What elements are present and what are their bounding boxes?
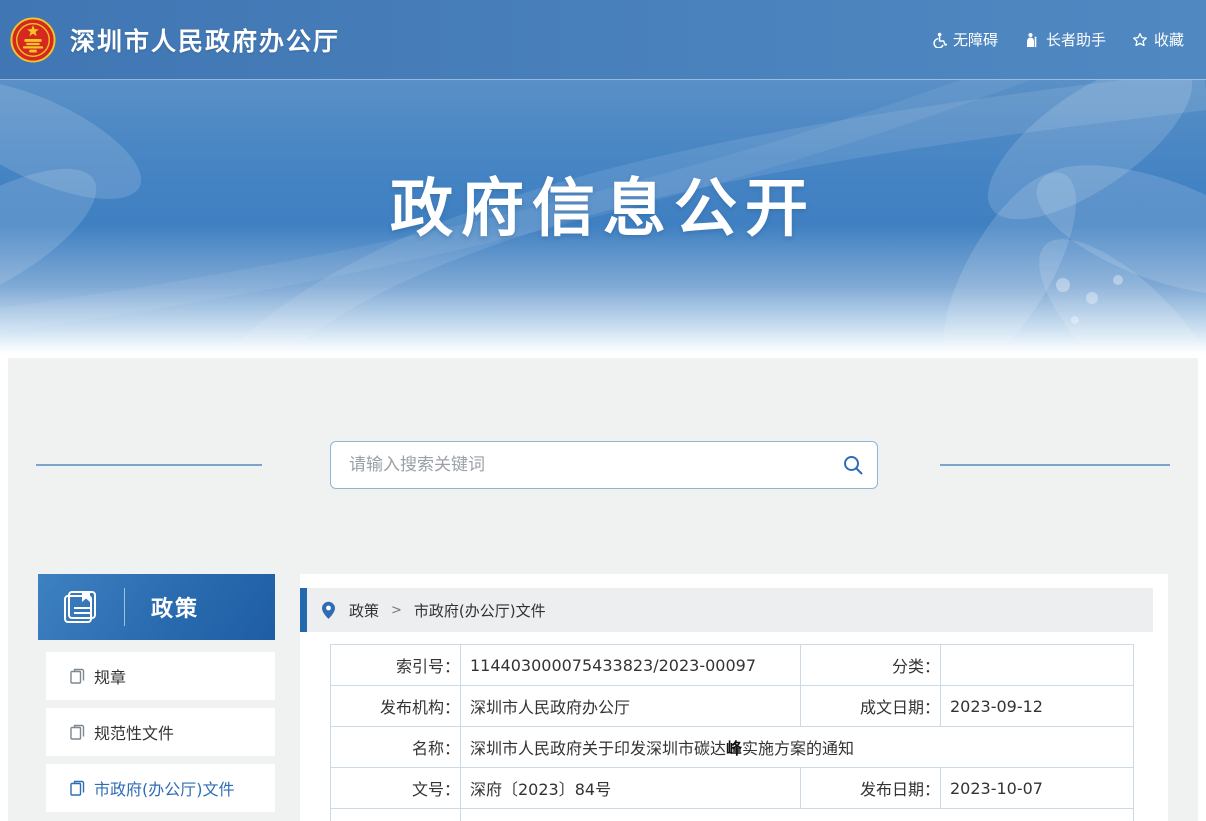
- document-icon: [70, 668, 85, 684]
- sidebar-header: 政策: [38, 574, 275, 640]
- table-row: 文号： 深府〔2023〕84号 发布日期： 2023-10-07: [331, 768, 1134, 809]
- left-divider-line: [36, 464, 262, 466]
- star-icon: [1132, 32, 1148, 48]
- banner: 政府信息公开: [0, 80, 1206, 358]
- index-number-label: 索引号：: [331, 645, 461, 686]
- sidebar: 政策 规章 规范性文件: [38, 574, 275, 821]
- location-pin-icon: [321, 601, 336, 620]
- topbar-links: 无障碍 长者助手 收藏: [931, 29, 1184, 50]
- sidebar-header-divider: [124, 588, 125, 626]
- breadcrumb-item-policy[interactable]: 政策: [349, 600, 379, 621]
- main-content: 政策 规章 规范性文件: [8, 574, 1198, 821]
- publish-date-value: 2023-10-07: [941, 768, 1134, 809]
- table-row: 索引号： 114403000075433823/2023-00097 分类：: [331, 645, 1134, 686]
- sidebar-item-normative-documents[interactable]: 规范性文件: [46, 708, 275, 756]
- table-row: [331, 809, 1134, 821]
- document-name-highlight: 峰: [726, 739, 742, 758]
- sidebar-item-label: 规章: [94, 664, 126, 688]
- search-section: [8, 358, 1198, 574]
- right-divider-line: [940, 464, 1170, 466]
- document-name-label: 名称：: [331, 727, 461, 768]
- search-input[interactable]: [331, 455, 829, 475]
- written-date-value: 2023-09-12: [941, 686, 1134, 727]
- elder-helper-link[interactable]: 长者助手: [1024, 29, 1106, 50]
- sidebar-item-label: 市政府(办公厅)文件: [94, 776, 235, 800]
- table-row: 名称： 深圳市人民政府关于印发深圳市碳达峰实施方案的通知: [331, 727, 1134, 768]
- document-icon: [70, 724, 85, 740]
- accessibility-icon: [931, 32, 947, 48]
- topbar: 深圳市人民政府办公厅 无障碍 长者助手 收藏: [0, 0, 1206, 80]
- breadcrumb: 政策 > 市政府(办公厅)文件: [300, 588, 1153, 632]
- elder-helper-label: 长者助手: [1046, 29, 1106, 50]
- index-number-value: 114403000075433823/2023-00097: [461, 645, 801, 686]
- written-date-label: 成文日期：: [801, 686, 941, 727]
- sidebar-items: 规章 规范性文件 市政府(办公厅)文件: [38, 640, 275, 812]
- favorite-link[interactable]: 收藏: [1132, 29, 1184, 50]
- publish-date-label: 发布日期：: [801, 768, 941, 809]
- category-value: [941, 645, 1134, 686]
- site-title: 深圳市人民政府办公厅: [70, 22, 340, 58]
- search-button[interactable]: [829, 442, 877, 488]
- issuing-agency-value: 深圳市人民政府办公厅: [461, 686, 801, 727]
- national-emblem-icon: [10, 17, 56, 63]
- category-label: 分类：: [801, 645, 941, 686]
- breadcrumb-item-current: 市政府(办公厅)文件: [414, 600, 546, 621]
- elder-helper-icon: [1024, 32, 1040, 48]
- document-name-value: 深圳市人民政府关于印发深圳市碳达峰实施方案的通知: [461, 727, 1134, 768]
- document-icon: [70, 780, 85, 796]
- sidebar-header-label: 政策: [151, 591, 199, 623]
- policy-book-icon: [60, 587, 100, 627]
- search-icon: [842, 454, 864, 476]
- site-brand: 深圳市人民政府办公厅: [8, 17, 340, 63]
- sidebar-item-regulations[interactable]: 规章: [46, 652, 275, 700]
- document-name-text: 深圳市人民政府关于印发深圳市碳达: [470, 739, 726, 758]
- content-area: 政策 规章 规范性文件: [8, 358, 1198, 821]
- banner-title: 政府信息公开: [0, 158, 1206, 249]
- doc-number-label: 文号：: [331, 768, 461, 809]
- breadcrumb-separator: >: [391, 603, 402, 618]
- accessibility-label: 无障碍: [953, 29, 998, 50]
- issuing-agency-label: 发布机构：: [331, 686, 461, 727]
- accessibility-link[interactable]: 无障碍: [931, 29, 998, 50]
- doc-info-table: 索引号： 114403000075433823/2023-00097 分类： 发…: [330, 644, 1134, 821]
- sidebar-item-label: 规范性文件: [94, 720, 174, 744]
- content-panel: 政策 > 市政府(办公厅)文件 索引号： 114403000075433823/…: [300, 574, 1168, 821]
- favorite-label: 收藏: [1154, 29, 1184, 50]
- doc-number-value: 深府〔2023〕84号: [461, 768, 801, 809]
- sidebar-item-municipal-government-documents[interactable]: 市政府(办公厅)文件: [46, 764, 275, 812]
- search-box: [330, 441, 878, 489]
- document-name-text: 实施方案的通知: [742, 739, 854, 758]
- table-row: 发布机构： 深圳市人民政府办公厅 成文日期： 2023-09-12: [331, 686, 1134, 727]
